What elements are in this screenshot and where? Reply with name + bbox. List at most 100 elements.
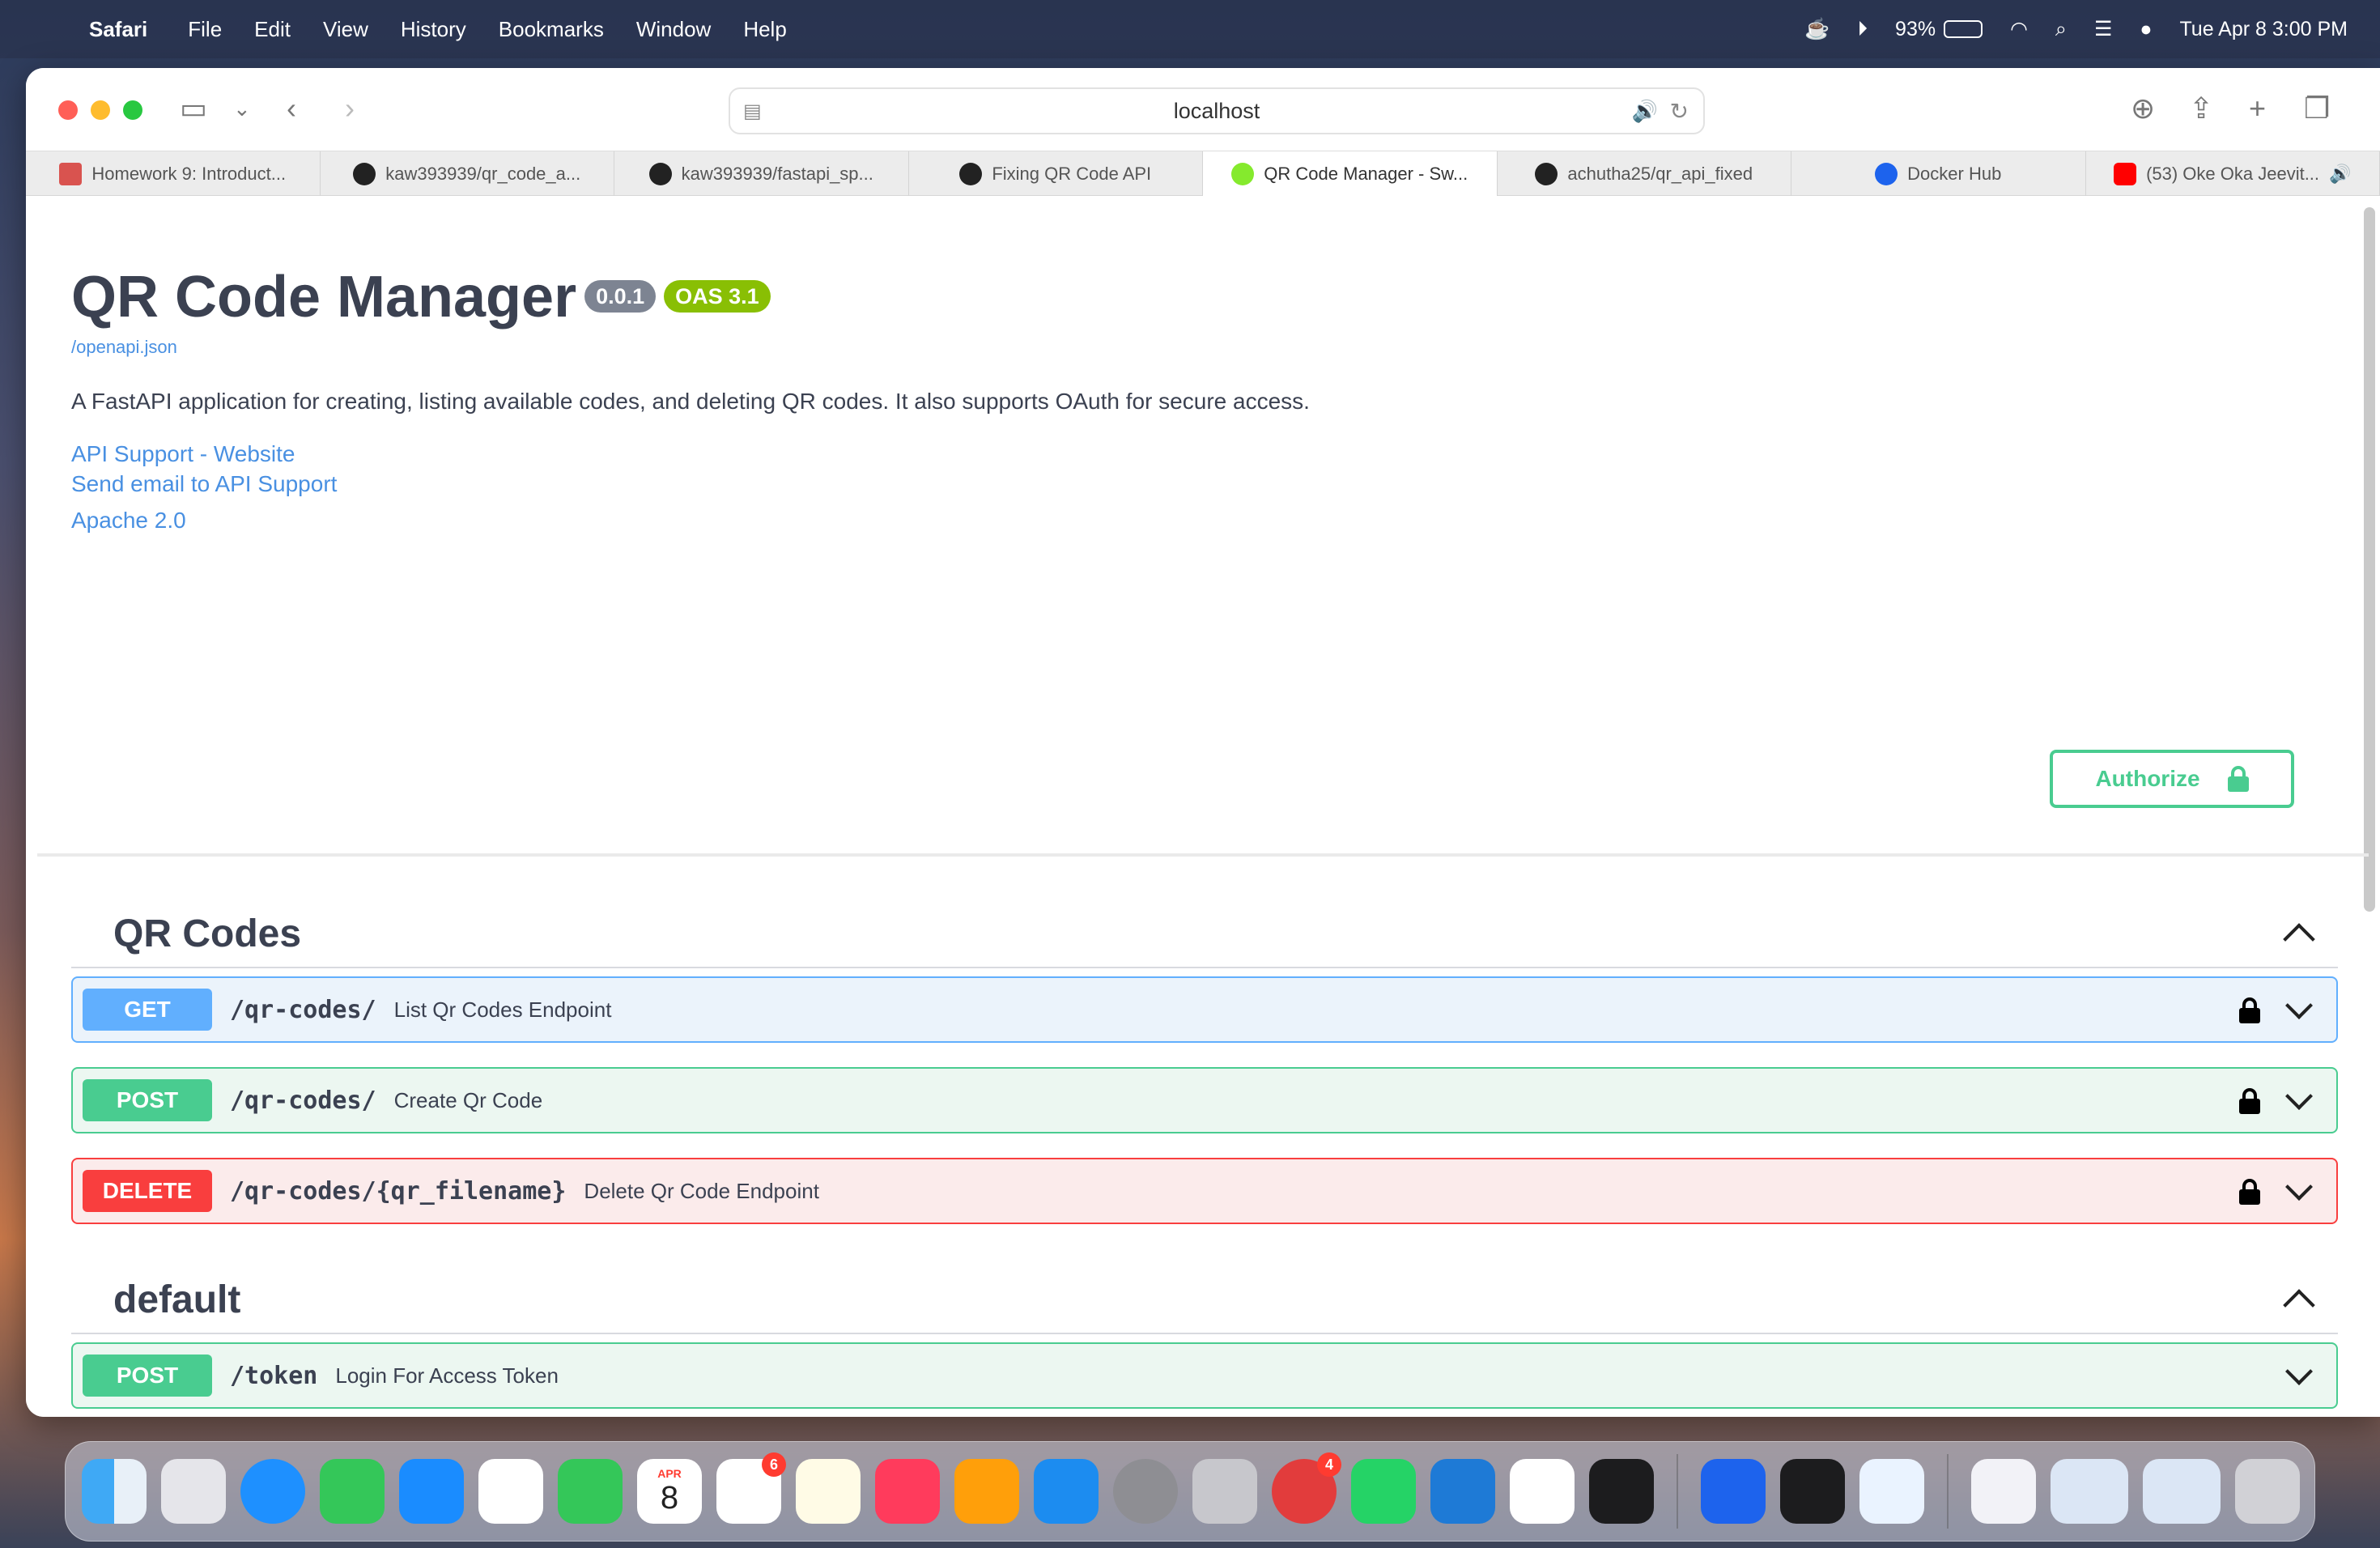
pdf-document-icon[interactable] (1971, 1459, 2036, 1524)
window-thumbnail-icon[interactable] (2143, 1459, 2221, 1524)
notes-icon[interactable] (796, 1459, 861, 1524)
menu-view[interactable]: View (323, 17, 368, 42)
chevron-up-icon[interactable] (2283, 1289, 2315, 1321)
pages-icon[interactable] (954, 1459, 1019, 1524)
minimize-window-button[interactable] (91, 100, 110, 120)
operation-summary: Login For Access Token (335, 1363, 559, 1388)
iphone-mirroring-icon[interactable] (1192, 1459, 1257, 1524)
operation-post-token[interactable]: POST /token Login For Access Token (71, 1342, 2338, 1409)
control-center-icon[interactable]: ☰ (2094, 17, 2112, 41)
mail-app-icon[interactable] (1510, 1459, 1575, 1524)
reminders-icon[interactable]: 6 (716, 1452, 786, 1524)
swagger-page: QR Code Manager 0.0.1 OAS 3.1 /openapi.j… (26, 196, 2380, 1417)
dock-separator (1947, 1454, 1949, 1529)
trash-icon[interactable] (2235, 1459, 2300, 1524)
lock-icon[interactable] (2239, 997, 2260, 1023)
menu-window[interactable]: Window (636, 17, 711, 42)
news-icon[interactable] (875, 1459, 940, 1524)
address-bar[interactable]: ▤ localhost 🔊 ↻ (729, 87, 1705, 134)
tab-label: QR Code Manager - Sw... (1264, 164, 1468, 184)
docker-icon[interactable] (1701, 1459, 1766, 1524)
vscode-icon[interactable] (1430, 1459, 1495, 1524)
tab-github-fastapi[interactable]: kaw393939/fastapi_sp... (614, 151, 909, 197)
calendar-day: 8 (660, 1479, 679, 1516)
forward-button[interactable]: › (345, 92, 355, 125)
share-icon[interactable]: ⇪ (2189, 92, 2213, 125)
whatsapp-icon[interactable] (1351, 1459, 1416, 1524)
openapi-json-link[interactable]: /openapi.json (71, 337, 2338, 358)
wifi-icon[interactable]: ◠ (2010, 17, 2028, 41)
menu-file[interactable]: File (188, 17, 222, 42)
facetime-icon[interactable] (558, 1459, 623, 1524)
app-store-icon[interactable] (1034, 1459, 1099, 1524)
license-link[interactable]: Apache 2.0 (71, 505, 2338, 535)
operation-delete-qr-code[interactable]: DELETE /qr-codes/{qr_filename} Delete Qr… (71, 1158, 2338, 1224)
api-support-website-link[interactable]: API Support - Website (71, 439, 2338, 469)
passwords-icon[interactable] (1859, 1459, 1924, 1524)
calendar-month: APR (657, 1466, 682, 1480)
reminders-badge: 6 (762, 1452, 786, 1477)
tab-docker-hub[interactable]: Docker Hub (1791, 151, 2086, 197)
finder-icon[interactable] (82, 1459, 147, 1524)
terminal-icon[interactable] (1780, 1459, 1845, 1524)
downloads-icon[interactable]: ⊕ (2131, 92, 2155, 125)
safari-icon[interactable] (240, 1459, 305, 1524)
activity-monitor-icon[interactable] (1589, 1459, 1654, 1524)
audio-playing-icon[interactable]: 🔊 (2329, 164, 2351, 185)
authorize-button[interactable]: Authorize (2050, 750, 2294, 808)
messages-icon[interactable] (320, 1459, 385, 1524)
menu-help[interactable]: Help (743, 17, 786, 42)
tab-chatgpt[interactable]: Fixing QR Code API (909, 151, 1203, 197)
play-icon[interactable]: ⏵ (1858, 18, 1868, 41)
menubar-clock[interactable]: Tue Apr 8 3:00 PM (2179, 18, 2348, 41)
battery-status[interactable]: 93% (1895, 18, 1983, 41)
tab-overview-icon[interactable]: ❐ (2304, 92, 2330, 125)
tab-label: achutha25/qr_api_fixed (1567, 164, 1753, 184)
back-button[interactable]: ‹ (287, 92, 296, 125)
operation-summary: Delete Qr Code Endpoint (584, 1178, 819, 1203)
lock-icon[interactable] (2239, 1179, 2260, 1205)
audio-playing-icon[interactable]: 🔊 (1632, 99, 1658, 124)
tab-qr-code-manager[interactable]: QR Code Manager - Sw... (1203, 151, 1498, 197)
chevron-down-icon[interactable] (2285, 992, 2313, 1019)
chevron-down-icon[interactable]: ⌄ (233, 92, 251, 125)
menu-app-name[interactable]: Safari (89, 17, 147, 42)
scrollbar[interactable] (2364, 207, 2375, 912)
canvas-icon[interactable]: 4 (1272, 1452, 1341, 1524)
tab-youtube[interactable]: (53) Oke Oka Jeevit... 🔊 (2086, 151, 2380, 197)
tab-github-qr-code[interactable]: kaw393939/qr_code_a... (321, 151, 614, 197)
operation-path: /qr-codes/ (230, 1086, 376, 1115)
sidebar-toggle-icon[interactable]: ▭ (180, 92, 207, 125)
page-settings-icon[interactable]: ▤ (743, 100, 762, 123)
section-header-default[interactable]: default (71, 1266, 2338, 1334)
tab-homework[interactable]: Homework 9: Introduct... (26, 151, 321, 197)
tab-github-achutha[interactable]: achutha25/qr_api_fixed (1498, 151, 1791, 197)
photos-icon[interactable] (478, 1459, 543, 1524)
chevron-down-icon[interactable] (2285, 1082, 2313, 1110)
siri-icon[interactable]: ● (2140, 18, 2152, 41)
new-tab-icon[interactable]: + (2249, 92, 2266, 125)
system-settings-icon[interactable] (1113, 1459, 1178, 1524)
menu-bookmarks[interactable]: Bookmarks (499, 17, 604, 42)
operation-post-qr-codes[interactable]: POST /qr-codes/ Create Qr Code (71, 1067, 2338, 1133)
close-window-button[interactable] (58, 100, 78, 120)
mail-icon[interactable] (399, 1459, 464, 1524)
search-icon[interactable]: ⌕ (2055, 18, 2067, 41)
menu-edit[interactable]: Edit (254, 17, 291, 42)
lock-icon[interactable] (2239, 1088, 2260, 1114)
chevron-down-icon[interactable] (2285, 1173, 2313, 1201)
chevron-down-icon[interactable] (2285, 1358, 2313, 1385)
reload-icon[interactable]: ↻ (1670, 98, 1689, 125)
operation-get-qr-codes[interactable]: GET /qr-codes/ List Qr Codes Endpoint (71, 976, 2338, 1043)
chevron-up-icon[interactable] (2283, 923, 2315, 955)
coffee-icon[interactable]: ☕ (1804, 18, 1830, 41)
authorize-label: Authorize (2095, 766, 2200, 791)
launchpad-icon[interactable] (161, 1459, 226, 1524)
window-thumbnail-icon[interactable] (2051, 1459, 2128, 1524)
api-support-email-link[interactable]: Send email to API Support (71, 469, 2338, 499)
page-title: QR Code Manager (71, 265, 577, 330)
menu-history[interactable]: History (401, 17, 466, 42)
section-header-qr-codes[interactable]: QR Codes (71, 900, 2338, 968)
calendar-icon[interactable]: APR 8 (637, 1459, 702, 1524)
zoom-window-button[interactable] (123, 100, 142, 120)
